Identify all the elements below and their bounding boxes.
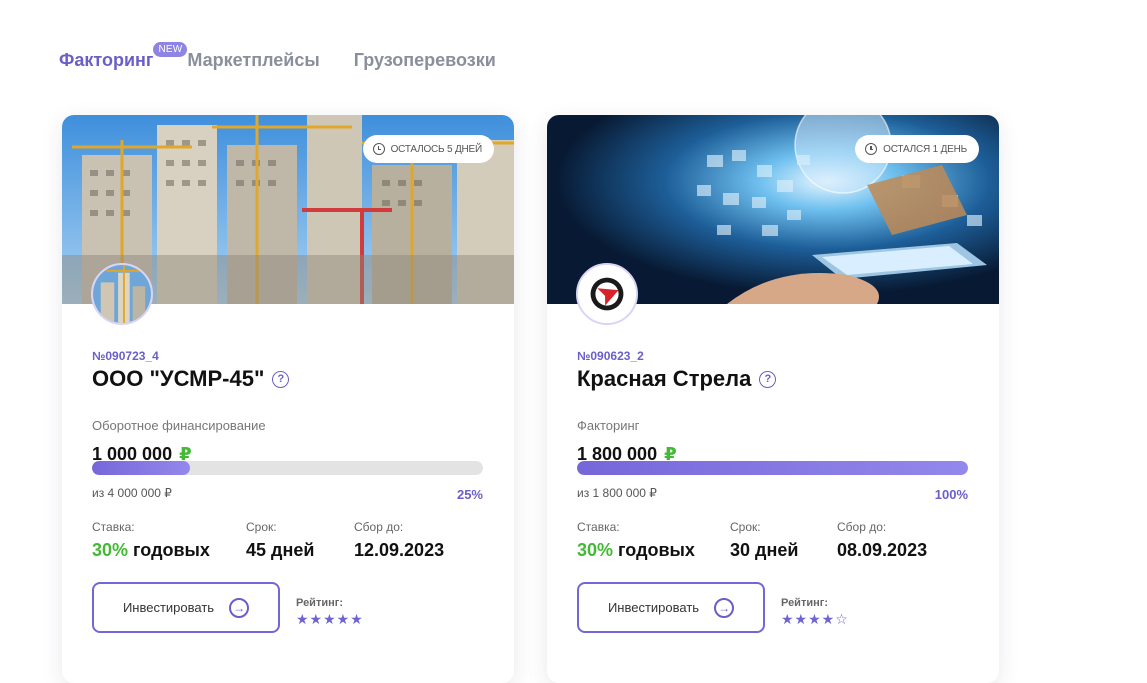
title-row: ООО "УСМР-45" ? xyxy=(92,366,290,392)
collect-label: Сбор до: xyxy=(837,520,887,534)
lot-number: №090723_4 xyxy=(92,349,159,363)
collect-stat: Сбор до: 12.09.2023 xyxy=(354,520,444,561)
rate-stat: Ставка: 30% годовых xyxy=(577,520,695,561)
progress-percent: 100% xyxy=(934,487,968,502)
time-left-badge: ОСТАЛСЯ 1 ДЕНЬ xyxy=(855,135,979,163)
tab-marketplaces[interactable]: Маркетплейсы xyxy=(187,50,319,71)
rate-label: Ставка: xyxy=(92,520,135,534)
invest-button[interactable]: Инвестировать → xyxy=(92,582,280,633)
new-badge: NEW xyxy=(153,42,188,57)
category-tabs: Факторинг NEW Маркетплейсы Грузоперевозк… xyxy=(59,42,530,71)
term-label: Срок: xyxy=(730,520,761,534)
time-left-badge: ОСТАЛОСЬ 5 ДНЕЙ xyxy=(362,135,494,163)
tab-factoring[interactable]: Факторинг NEW xyxy=(59,42,188,71)
rate-value: 30% годовых xyxy=(577,540,695,561)
target-amount: из 4 000 000 ₽ xyxy=(92,486,172,500)
rate-percent: 30% xyxy=(92,540,129,560)
invest-button-label: Инвестировать xyxy=(122,600,215,615)
title-row: Красная Стрела ? xyxy=(577,366,777,392)
term-stat: Срок: 45 дней xyxy=(246,520,314,561)
term-value: 30 дней xyxy=(730,540,799,560)
rating-stars: ★★★★☆ xyxy=(781,611,849,627)
financing-type: Факторинг xyxy=(577,418,640,433)
target-amount: из 1 800 000 ₽ xyxy=(577,486,657,500)
rate-suffix: годовых xyxy=(618,540,695,560)
progress-bar xyxy=(92,461,483,475)
tab-marketplaces-label: Маркетплейсы xyxy=(187,50,320,70)
rate-stat: Ставка: 30% годовых xyxy=(92,520,210,561)
clock-icon xyxy=(865,143,878,155)
company-logo xyxy=(91,263,153,325)
rating-stars: ★★★★★ xyxy=(296,611,364,627)
time-left-text: ОСТАЛОСЬ 5 ДНЕЙ xyxy=(390,143,483,155)
invest-button-label: Инвестировать xyxy=(607,600,700,615)
term-value: 45 дней xyxy=(246,540,315,560)
project-card[interactable]: ОСТАЛОСЬ 5 ДНЕЙ №090723_4 ООО "УСМР-45" … xyxy=(62,115,514,683)
tab-freight-label: Грузоперевозки xyxy=(353,50,496,70)
company-logo xyxy=(576,263,638,325)
tab-factoring-label: Факторинг xyxy=(59,50,154,70)
term-label: Срок: xyxy=(246,520,277,534)
rate-label: Ставка: xyxy=(577,520,620,534)
rating: Рейтинг: ★★★★☆ xyxy=(781,597,849,628)
tab-freight[interactable]: Грузоперевозки xyxy=(354,50,496,71)
progress-bar-fill xyxy=(92,461,190,475)
arrow-right-icon: → xyxy=(714,597,735,618)
rating-label: Рейтинг: xyxy=(781,597,828,609)
lot-number: №090623_2 xyxy=(577,349,644,363)
help-icon[interactable]: ? xyxy=(759,370,777,388)
collect-label: Сбор до: xyxy=(354,520,404,534)
arrow-right-icon: → xyxy=(229,597,250,618)
invest-button[interactable]: Инвестировать → xyxy=(577,582,765,633)
project-card[interactable]: ОСТАЛСЯ 1 ДЕНЬ №090623_2 Красная Стрела … xyxy=(547,115,999,683)
help-icon[interactable]: ? xyxy=(272,370,290,388)
company-name: Красная Стрела xyxy=(577,366,752,391)
collect-value: 12.09.2023 xyxy=(354,540,445,560)
rate-suffix: годовых xyxy=(133,540,210,560)
progress-percent: 25% xyxy=(456,487,483,502)
rate-percent: 30% xyxy=(577,540,614,560)
collect-stat: Сбор до: 08.09.2023 xyxy=(837,520,927,561)
progress-bar xyxy=(577,461,968,475)
term-stat: Срок: 30 дней xyxy=(730,520,798,561)
rate-value: 30% годовых xyxy=(92,540,210,561)
collect-value: 08.09.2023 xyxy=(837,540,928,560)
clock-icon xyxy=(372,143,385,155)
company-name: ООО "УСМР-45" xyxy=(92,366,265,391)
rating-label: Рейтинг: xyxy=(296,597,343,609)
progress-bar-fill xyxy=(577,461,968,475)
rating: Рейтинг: ★★★★★ xyxy=(296,597,364,628)
time-left-text: ОСТАЛСЯ 1 ДЕНЬ xyxy=(883,143,967,155)
financing-type: Оборотное финансирование xyxy=(92,418,266,433)
